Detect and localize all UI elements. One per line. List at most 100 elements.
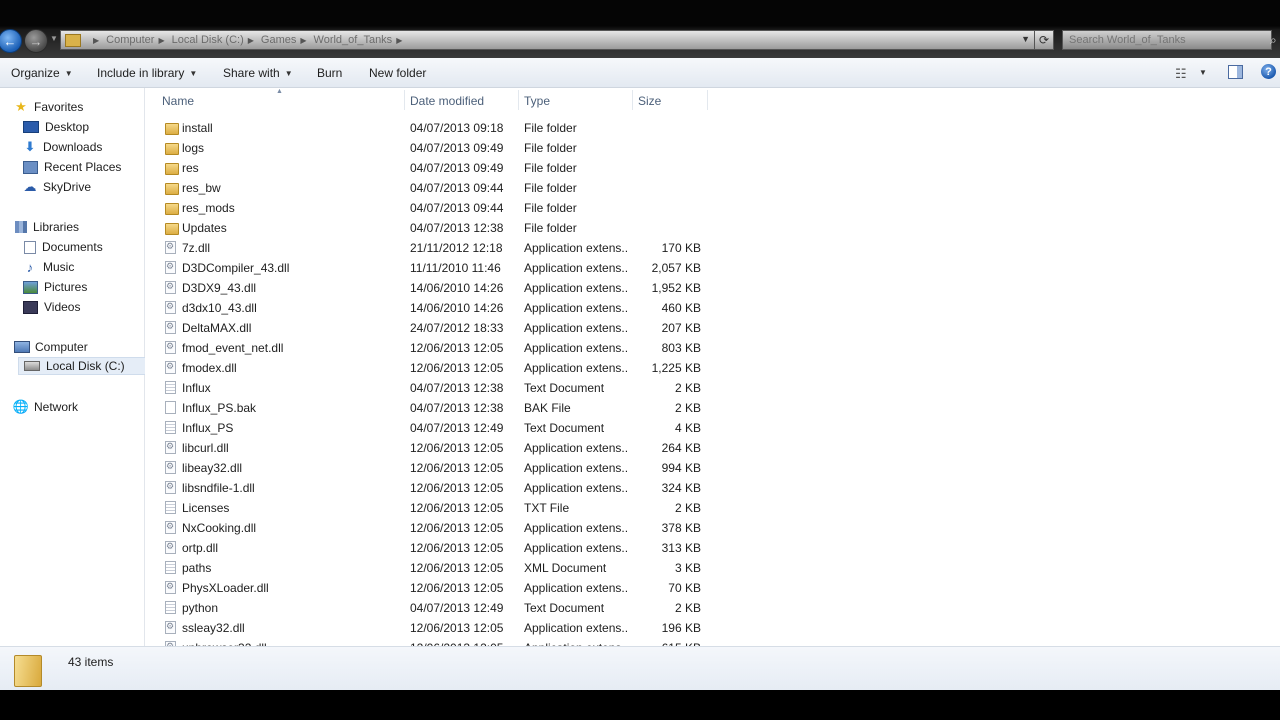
nav-skydrive[interactable]: ☁ SkyDrive	[22, 178, 92, 196]
file-row[interactable]: libeay32.dll 12/06/2013 12:05 Application …	[145, 458, 1280, 478]
refresh-icon: ⟳	[1038, 33, 1050, 47]
recent-pages-chevron-icon[interactable]: ▼	[50, 34, 58, 43]
folder-icon	[65, 33, 81, 47]
chevron-down-icon: ▼	[64, 69, 73, 78]
file-row[interactable]: python 04/07/2013 12:49 Text Document 2 KB	[145, 598, 1280, 618]
burn-button[interactable]: Burn	[317, 66, 342, 80]
file-size: 2 KB	[674, 501, 701, 515]
change-view-icon[interactable]: ☷	[1175, 66, 1187, 82]
screen-bottom-border	[0, 690, 1280, 720]
file-row[interactable]: unbrowser32.dll12/06/2013 12:05Applicati…	[145, 638, 1280, 646]
file-row[interactable]: fmod_event_net.dll 12/06/2013 12:05 Applic…	[145, 338, 1280, 358]
nav-computer[interactable]: Computer	[13, 338, 88, 356]
column-divider[interactable]	[707, 90, 708, 110]
nav-desktop[interactable]: Desktop	[22, 118, 89, 136]
refresh-button[interactable]: ⟳	[1034, 30, 1054, 50]
file-row[interactable]: D3DX9_43.dll 14/06/2010 14:26 Application …	[145, 278, 1280, 298]
file-row[interactable]: d3dx10_43.dll 14/06/2010 14:26 Application…	[145, 298, 1280, 318]
file-type: Application extens...	[524, 261, 628, 275]
forward-button[interactable]: →	[24, 29, 48, 53]
nav-local-disk[interactable]: Local Disk (C:)	[18, 357, 146, 375]
file-type: Application extens...	[524, 441, 628, 455]
breadcrumb-world-of-tanks[interactable]: World_of_Tanks	[314, 34, 393, 46]
file-name: libeay32.dll	[182, 461, 243, 475]
nav-downloads[interactable]: ⬇ Downloads	[22, 138, 103, 156]
file-name: libcurl.dll	[182, 441, 229, 455]
file-date-modified: 04/07/2013 12:38	[410, 221, 504, 235]
dll-file-icon	[165, 301, 176, 314]
file-size: 1,225 KB	[651, 361, 701, 375]
column-divider[interactable]	[404, 90, 405, 110]
breadcrumb-games[interactable]: Games	[261, 34, 296, 46]
column-date-modified[interactable]: Date modified	[410, 94, 484, 108]
column-type[interactable]: Type	[524, 94, 550, 108]
breadcrumb-separator-icon[interactable]: ▶	[396, 36, 402, 45]
search-input[interactable]	[1062, 30, 1272, 50]
file-row[interactable]: DeltaMAX.dll 24/07/2012 18:33 Application …	[145, 318, 1280, 338]
organize-button[interactable]: Organize ▼	[11, 66, 73, 80]
file-row[interactable]: res_mods 04/07/2013 09:44 File folder	[145, 198, 1280, 218]
file-row[interactable]: Influx_PS 04/07/2013 12:49 Text Document 4 …	[145, 418, 1280, 438]
file-name: fmod_event_net.dll	[182, 341, 284, 355]
file-type: File folder	[524, 161, 577, 175]
dll-file-icon	[165, 461, 176, 474]
nav-favorites[interactable]: ★ Favorites	[13, 98, 83, 116]
file-type: Application extens...	[524, 281, 628, 295]
include-in-library-button[interactable]: Include in library ▼	[97, 66, 197, 80]
new-folder-button[interactable]: New folder	[369, 66, 426, 80]
nav-recent-places[interactable]: Recent Places	[22, 158, 121, 176]
file-size: 313 KB	[661, 541, 701, 555]
file-row[interactable]: PhysXLoader.dll 12/06/2013 12:05 Applicati…	[145, 578, 1280, 598]
file-row[interactable]: D3DCompiler_43.dll 11/11/2010 11:46 Applic…	[145, 258, 1280, 278]
file-row[interactable]: Licenses 12/06/2013 12:05 TXT File 2 KB	[145, 498, 1280, 518]
file-row[interactable]: paths 12/06/2013 12:05 XML Document 3 KB	[145, 558, 1280, 578]
file-row[interactable]: ortp.dll 12/06/2013 12:05 Application exte…	[145, 538, 1280, 558]
address-dropdown-chevron-icon[interactable]: ▼	[1021, 34, 1030, 44]
file-type: File folder	[524, 181, 577, 195]
address-bar[interactable]: ▶ Computer ▶ Local Disk (C:) ▶ Games ▶ W…	[60, 30, 1035, 50]
nav-pictures[interactable]: Pictures	[22, 278, 87, 296]
file-row[interactable]: libcurl.dll 12/06/2013 12:05 Application e…	[145, 438, 1280, 458]
vertical-scrollbar[interactable]	[1270, 88, 1280, 646]
column-name[interactable]: Name	[162, 94, 194, 108]
share-with-button[interactable]: Share with ▼	[223, 66, 293, 80]
file-row[interactable]: Influx 04/07/2013 12:38 Text Document 2 KB	[145, 378, 1280, 398]
file-type: Text Document	[524, 421, 605, 435]
nav-label: Desktop	[45, 120, 90, 134]
file-row[interactable]: install 04/07/2013 09:18 File folder	[145, 118, 1280, 138]
file-row[interactable]: Influx_PS.bak 04/07/2013 12:38 BAK File 2 K…	[145, 398, 1280, 418]
search-icon[interactable]: ⌕	[1270, 33, 1277, 48]
column-divider[interactable]	[632, 90, 633, 110]
nav-libraries[interactable]: Libraries	[13, 218, 79, 236]
nav-videos[interactable]: Videos	[22, 298, 80, 316]
breadcrumb-separator-icon[interactable]: ▶	[158, 36, 164, 45]
file-row[interactable]: ssleay32.dll 12/06/2013 12:05 Application …	[145, 618, 1280, 638]
file-row[interactable]: 7z.dll 21/11/2012 12:18 Application extens…	[145, 238, 1280, 258]
preview-pane-icon[interactable]	[1228, 65, 1243, 79]
nav-documents[interactable]: Documents	[22, 238, 103, 256]
file-type: Application extens...	[524, 621, 628, 635]
dll-file-icon	[165, 241, 176, 254]
file-row[interactable]: libsndfile-1.dll 12/06/2013 12:05 Applicat…	[145, 478, 1280, 498]
back-button[interactable]: ←	[0, 29, 22, 53]
nav-music[interactable]: ♪ Music	[22, 258, 75, 276]
view-options-chevron-icon[interactable]: ▼	[1199, 68, 1207, 77]
file-row[interactable]: logs 04/07/2013 09:49 File folder	[145, 138, 1280, 158]
file-row[interactable]: res 04/07/2013 09:49 File folder	[145, 158, 1280, 178]
file-row[interactable]: res_bw 04/07/2013 09:44 File folder	[145, 178, 1280, 198]
nav-network[interactable]: 🌐 Network	[13, 398, 78, 416]
column-size[interactable]: Size	[638, 94, 661, 108]
file-size: 2 KB	[674, 381, 701, 395]
file-row[interactable]: Updates 04/07/2013 12:38 File folder	[145, 218, 1280, 238]
breadcrumb-separator-icon[interactable]: ▶	[93, 36, 99, 45]
file-type: TXT File	[524, 501, 570, 515]
file-row[interactable]: fmodex.dll 12/06/2013 12:05 Application ex…	[145, 358, 1280, 378]
breadcrumb-local-disk[interactable]: Local Disk (C:)	[172, 34, 244, 46]
help-icon[interactable]: ?	[1261, 64, 1276, 79]
breadcrumb-computer[interactable]: Computer	[106, 34, 154, 46]
column-divider[interactable]	[518, 90, 519, 110]
folder-icon	[165, 143, 179, 155]
breadcrumb-separator-icon[interactable]: ▶	[300, 36, 306, 45]
file-row[interactable]: NxCooking.dll 12/06/2013 12:05 Application…	[145, 518, 1280, 538]
breadcrumb-separator-icon[interactable]: ▶	[248, 36, 254, 45]
